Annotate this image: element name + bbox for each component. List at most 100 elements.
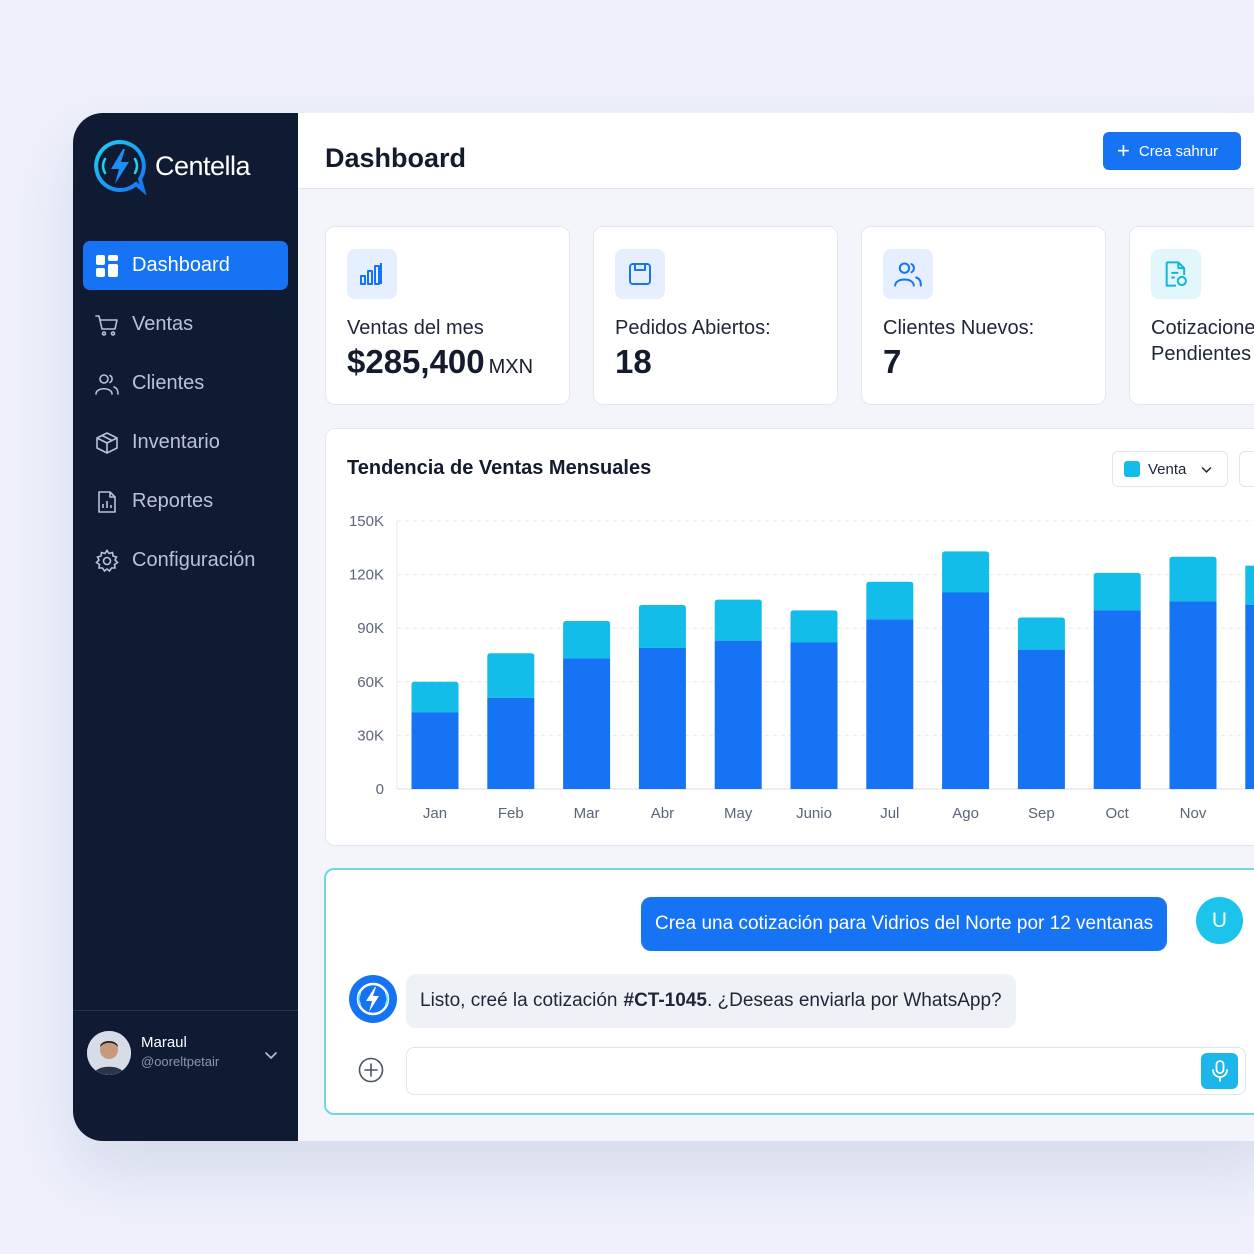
y-tick-label: 90K bbox=[357, 620, 384, 637]
user-profile[interactable]: Maraul @ooreltpetair bbox=[73, 1010, 298, 1141]
bar-top-segment bbox=[563, 621, 611, 659]
x-tick-label: May bbox=[724, 805, 753, 822]
bar-top-segment bbox=[866, 581, 914, 620]
x-tick-label: Jan bbox=[423, 805, 447, 822]
sidebar: Centella Dashboard Ventas Clientes Inven… bbox=[73, 113, 298, 1141]
bar-top-segment bbox=[714, 599, 762, 641]
assistant-message-bubble: Listo, creé la cotización #CT-1045. ¿Dese… bbox=[406, 974, 1016, 1028]
bar-top-segment bbox=[1093, 572, 1141, 611]
user-badge: U bbox=[1196, 897, 1243, 944]
sidebar-item-ventas[interactable]: Ventas bbox=[83, 300, 288, 349]
user-name: Maraul bbox=[141, 1034, 187, 1051]
kpi-label: Ventas del mes bbox=[347, 317, 484, 339]
avatar bbox=[87, 1031, 131, 1075]
bar-base-segment bbox=[563, 658, 611, 789]
kpi-value: 7 bbox=[883, 343, 902, 380]
create-button-label: Crea sahrur bbox=[1138, 142, 1219, 160]
create-button[interactable]: + Crea sahrur bbox=[1103, 132, 1241, 170]
kpi-label: Clientes Nuevos: bbox=[883, 317, 1035, 339]
sales-trend-chart: Tendencia de Ventas Mensuales Venta 0 30K… bbox=[325, 428, 1254, 846]
save-icon bbox=[615, 249, 665, 299]
document-icon bbox=[1151, 249, 1201, 299]
bar-base-segment bbox=[790, 642, 838, 789]
bar-base-segment bbox=[487, 697, 535, 789]
user-message-bubble: Crea una cotización para Vidrios del Nor… bbox=[641, 897, 1168, 951]
x-tick-label: Mar bbox=[574, 805, 600, 822]
bar-top-segment bbox=[638, 604, 686, 648]
brand-logo[interactable]: Centella bbox=[91, 137, 251, 195]
x-tick-label: Jul bbox=[880, 805, 899, 822]
y-tick-label: 0 bbox=[376, 781, 384, 798]
microphone-button[interactable] bbox=[1201, 1053, 1238, 1089]
x-tick-label: Feb bbox=[498, 805, 524, 822]
dashboard-grid-icon bbox=[96, 254, 118, 277]
y-tick-label: 150K bbox=[349, 513, 384, 530]
kpi-label: Pedidos Abiertos: bbox=[615, 317, 771, 339]
add-attachment-icon[interactable] bbox=[358, 1057, 384, 1083]
sidebar-item-label: Ventas bbox=[132, 313, 194, 335]
kpi-card-cotizaciones[interactable]: Cotizaciones Pendientes bbox=[1129, 226, 1254, 405]
shopping-cart-icon bbox=[95, 314, 118, 336]
assistant-avatar-icon bbox=[349, 975, 397, 1023]
lightning-chat-logo-icon bbox=[94, 139, 147, 195]
user-handle: @ooreltpetair bbox=[141, 1054, 220, 1069]
x-tick-label: Oct bbox=[1106, 805, 1130, 822]
bar-top-segment bbox=[411, 681, 459, 713]
kpi-card-clientes[interactable]: Clientes Nuevos: 7 bbox=[861, 226, 1106, 405]
bar-base-segment bbox=[411, 712, 459, 789]
brand-name: Centella bbox=[155, 150, 251, 181]
users-icon bbox=[883, 249, 933, 299]
sidebar-item-reportes[interactable]: Reportes bbox=[83, 477, 288, 526]
chevron-down-icon[interactable] bbox=[263, 1047, 279, 1063]
kpi-value: 18 bbox=[615, 343, 652, 380]
x-tick-label: Ago bbox=[952, 805, 979, 822]
bar-base-segment bbox=[638, 647, 686, 789]
report-icon bbox=[98, 490, 116, 513]
top-bar: Dashboard + Crea sahrur bbox=[298, 113, 1254, 189]
bar-top-segment bbox=[790, 610, 838, 643]
bar-top-segment bbox=[487, 653, 535, 698]
x-tick-label: Junio bbox=[796, 805, 832, 822]
box-icon bbox=[96, 431, 118, 454]
quote-code: #CT-1045 bbox=[623, 990, 707, 1011]
plus-icon: + bbox=[1117, 138, 1130, 163]
chat-input[interactable] bbox=[406, 1047, 1246, 1095]
kpi-card-ventas[interactable]: Ventas del mes $285,400 MXN bbox=[325, 226, 570, 405]
y-tick-label: 30K bbox=[357, 727, 384, 744]
sidebar-item-label: Inventario bbox=[132, 431, 220, 453]
microphone-icon bbox=[1211, 1060, 1228, 1082]
bar-base-segment bbox=[1017, 649, 1065, 789]
chart-plot: 0 30K 60K 90K 120K 150K Jan Feb Mar Abr May Junio Ju… bbox=[349, 513, 1254, 822]
bar-base-segment bbox=[714, 640, 762, 789]
bar-chart-icon bbox=[347, 249, 397, 299]
kpi-unit: MXN bbox=[488, 356, 534, 378]
sidebar-item-label: Clientes bbox=[132, 372, 205, 394]
bar-top-segment bbox=[1017, 617, 1065, 650]
assistant-chat: Crea una cotización para Vidrios del Nor… bbox=[324, 868, 1254, 1115]
y-tick-label: 60K bbox=[357, 674, 384, 691]
users-icon bbox=[95, 373, 119, 395]
bar-base-segment bbox=[1245, 604, 1254, 789]
sidebar-nav: Dashboard Ventas Clientes Inventario Rep… bbox=[83, 241, 288, 595]
bar-top-segment bbox=[1245, 565, 1254, 605]
sidebar-item-label: Configuración bbox=[132, 549, 256, 571]
page-title: Dashboard bbox=[325, 143, 467, 173]
kpi-card-pedidos[interactable]: Pedidos Abiertos: 18 bbox=[593, 226, 838, 405]
sidebar-item-label: Dashboard bbox=[132, 254, 230, 276]
app-window: Centella Dashboard Ventas Clientes Inven… bbox=[73, 113, 1254, 1141]
sidebar-item-clientes[interactable]: Clientes bbox=[83, 359, 288, 408]
gear-icon bbox=[95, 548, 119, 572]
bar-base-segment bbox=[942, 592, 990, 789]
x-tick-label: Abr bbox=[651, 805, 674, 822]
bar-top-segment bbox=[942, 551, 990, 593]
sidebar-item-configuracion[interactable]: Configuración bbox=[83, 536, 288, 585]
y-tick-label: 120K bbox=[349, 567, 384, 584]
sidebar-item-inventario[interactable]: Inventario bbox=[83, 418, 288, 467]
bar-base-segment bbox=[1093, 610, 1141, 789]
sidebar-item-label: Reportes bbox=[132, 490, 214, 512]
x-tick-label: Nov bbox=[1180, 805, 1207, 822]
sidebar-item-dashboard[interactable]: Dashboard bbox=[83, 241, 288, 290]
main-content: Dashboard + Crea sahrur Ventas del mes $… bbox=[298, 113, 1254, 1141]
bar-base-segment bbox=[866, 619, 914, 789]
kpi-label-line2: Pendientes bbox=[1151, 343, 1252, 365]
